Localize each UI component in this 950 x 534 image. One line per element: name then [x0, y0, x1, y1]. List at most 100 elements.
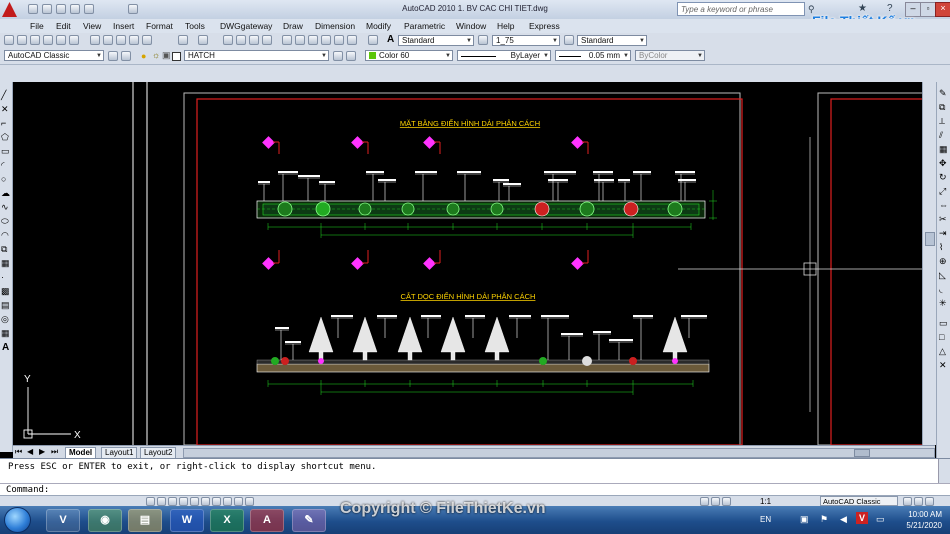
- snap-toolbar-icon[interactable]: ▭: [939, 318, 948, 329]
- sun-icon[interactable]: ☼: [152, 50, 160, 60]
- extend-icon[interactable]: ⇥: [939, 228, 947, 239]
- endpoint-snap-icon[interactable]: □: [939, 332, 944, 342]
- menu-window[interactable]: Window: [456, 21, 486, 31]
- menu-file[interactable]: File: [30, 21, 44, 31]
- menu-format[interactable]: Format: [146, 21, 173, 31]
- taskbar-coccoc-icon[interactable]: ◉: [88, 509, 122, 532]
- taskbar-paint-icon[interactable]: ✎: [292, 509, 326, 532]
- tab-prev-icon[interactable]: ◀: [27, 447, 33, 456]
- clock[interactable]: 10:00 AM 5/21/2020: [906, 509, 942, 531]
- polyline-icon[interactable]: ⌐: [1, 118, 6, 128]
- zoom-window-icon[interactable]: [249, 35, 259, 45]
- erase-icon[interactable]: ✎: [939, 88, 947, 99]
- menu-dimension[interactable]: Dimension: [315, 21, 355, 31]
- table-icon[interactable]: ▦: [1, 328, 10, 339]
- arc-icon[interactable]: ◜: [1, 160, 5, 171]
- copy-icon[interactable]: [103, 35, 113, 45]
- sheet-set-icon[interactable]: [321, 35, 331, 45]
- tray-volume-icon[interactable]: ◀: [840, 514, 847, 525]
- ellipse-icon[interactable]: ⬭: [1, 216, 9, 227]
- match-properties-icon[interactable]: [129, 35, 139, 45]
- region-icon[interactable]: ◎: [1, 314, 9, 325]
- table-style-select[interactable]: Standard ▼: [577, 35, 647, 46]
- menu-insert[interactable]: Insert: [113, 21, 134, 31]
- language-indicator[interactable]: EN: [760, 515, 771, 524]
- midpoint-snap-icon[interactable]: △: [939, 346, 946, 357]
- search-input[interactable]: Type a keyword or phrase: [677, 2, 805, 16]
- close-button[interactable]: ×: [935, 2, 950, 17]
- menu-dwggateway[interactable]: DWGgateway: [220, 21, 272, 31]
- preview-icon[interactable]: [56, 35, 66, 45]
- tab-first-icon[interactable]: ⏮: [15, 447, 22, 457]
- horizontal-scrollbar[interactable]: [183, 448, 935, 458]
- menu-tools[interactable]: Tools: [185, 21, 205, 31]
- snap-mode-icon[interactable]: [146, 497, 155, 506]
- layer-manager-icon[interactable]: [121, 51, 131, 61]
- dynamic-input-icon[interactable]: [223, 497, 232, 506]
- insert-block-icon[interactable]: ⧉: [1, 244, 7, 255]
- construction-line-icon[interactable]: ✕: [1, 104, 9, 115]
- undo-button-icon[interactable]: [178, 35, 188, 45]
- taskbar-word-icon[interactable]: W: [170, 509, 204, 532]
- menu-draw[interactable]: Draw: [283, 21, 303, 31]
- vertical-scrollbar[interactable]: [922, 82, 936, 445]
- lineweight-select[interactable]: 0.05 mm ▼: [555, 50, 631, 61]
- layer-select[interactable]: HATCH ▼: [184, 50, 329, 61]
- help-toolbar-icon[interactable]: [368, 35, 378, 45]
- join-icon[interactable]: ⊕: [939, 256, 947, 267]
- paste-icon[interactable]: [116, 35, 126, 45]
- publish-icon[interactable]: [69, 35, 79, 45]
- offset-icon[interactable]: ⫽: [939, 130, 943, 141]
- model-space-icon[interactable]: [700, 497, 709, 506]
- quick-view-drawings-icon[interactable]: [722, 497, 731, 506]
- taskbar-explorer-icon[interactable]: ▤: [128, 509, 162, 532]
- dynamic-ucs-icon[interactable]: [212, 497, 221, 506]
- tray-vietkey-icon[interactable]: V: [856, 512, 868, 524]
- hatch-icon[interactable]: ▩: [1, 286, 10, 297]
- workspace-settings-icon[interactable]: [108, 51, 118, 61]
- zoom-realtime-icon[interactable]: [236, 35, 246, 45]
- polygon-icon[interactable]: ⬠: [1, 132, 9, 143]
- color-select[interactable]: Color 60 ▼: [365, 50, 453, 61]
- mirror-icon[interactable]: ⟂: [939, 116, 945, 127]
- taskbar-excel-icon[interactable]: X: [210, 509, 244, 532]
- cut-icon[interactable]: [90, 35, 100, 45]
- horizontal-scroll-thumb[interactable]: [854, 449, 870, 457]
- quickcalc-icon[interactable]: [347, 35, 357, 45]
- plotstyle-select[interactable]: ByColor ▼: [635, 50, 705, 61]
- spline-icon[interactable]: ∿: [1, 202, 9, 213]
- layer-previous-icon[interactable]: [346, 51, 356, 61]
- move-icon[interactable]: ✥: [939, 158, 947, 169]
- quick-view-layouts-icon[interactable]: [711, 497, 720, 506]
- make-block-icon[interactable]: ▦: [1, 258, 10, 269]
- linetype-select[interactable]: ByLayer ▼: [457, 50, 551, 61]
- point-icon[interactable]: ·: [1, 272, 4, 282]
- tray-monitor-icon[interactable]: ▭: [876, 514, 885, 525]
- lightbulb-icon[interactable]: ●: [141, 51, 146, 61]
- pan-icon[interactable]: [223, 35, 233, 45]
- dim-style-select[interactable]: 1_75 ▼: [492, 35, 560, 46]
- lock-icon[interactable]: ▣: [162, 50, 171, 61]
- taskbar-unikey-icon[interactable]: V: [46, 509, 80, 532]
- break-icon[interactable]: ⌇: [939, 242, 943, 253]
- properties-icon[interactable]: [282, 35, 292, 45]
- tray-flag-icon[interactable]: ⚑: [820, 514, 828, 525]
- explode-icon[interactable]: ✳: [939, 298, 947, 309]
- tray-network-icon[interactable]: ▣: [800, 514, 809, 525]
- menu-modify[interactable]: Modify: [366, 21, 391, 31]
- vertical-scroll-thumb[interactable]: [925, 232, 935, 246]
- maximize-button[interactable]: ▫: [920, 2, 936, 17]
- tab-next-icon[interactable]: ▶: [39, 447, 45, 456]
- annotation-scale[interactable]: 1:1: [760, 497, 771, 506]
- lineweight-toggle-icon[interactable]: [234, 497, 243, 506]
- object-snap-tracking-icon[interactable]: [201, 497, 210, 506]
- command-scrollbar[interactable]: [938, 459, 950, 483]
- text-style-select[interactable]: Standard ▼: [398, 35, 474, 46]
- zoom-previous-icon[interactable]: [262, 35, 272, 45]
- scale-icon[interactable]: ⤢: [939, 186, 946, 197]
- rectangle-icon[interactable]: ▭: [1, 146, 10, 157]
- object-snap-icon[interactable]: [190, 497, 199, 506]
- array-icon[interactable]: ▦: [939, 144, 948, 155]
- open-file-icon[interactable]: [17, 35, 27, 45]
- workspace-switch[interactable]: AutoCAD Classic: [820, 496, 898, 506]
